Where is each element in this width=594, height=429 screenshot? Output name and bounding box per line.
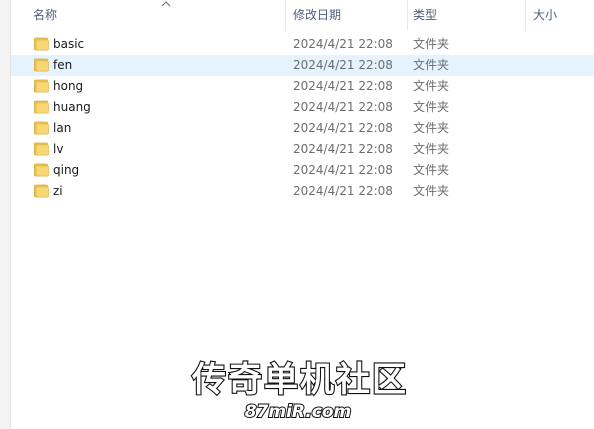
name-cell: basic	[31, 34, 281, 55]
name-cell: zi	[31, 181, 281, 202]
folder-icon	[34, 100, 49, 114]
file-modified-date: 2024/4/21 22:08	[293, 79, 393, 93]
file-modified-date: 2024/4/21 22:08	[293, 37, 393, 51]
file-name: hong	[53, 79, 84, 93]
site-watermark: 传奇单机社区 87miR.com	[190, 359, 408, 423]
name-cell: hong	[31, 76, 281, 97]
folder-icon	[34, 79, 49, 93]
watermark-url: 87miR.com	[245, 402, 352, 422]
file-type: 文件夹	[413, 121, 450, 135]
folder-icon	[34, 142, 49, 156]
column-header-name[interactable]: 名称	[27, 0, 287, 30]
file-name: fen	[53, 58, 73, 72]
file-modified-date: 2024/4/21 22:08	[293, 142, 393, 156]
file-row-basic[interactable]: basic 2024/4/21 22:08 文件夹	[11, 34, 594, 55]
name-cell: fen	[31, 55, 281, 76]
file-row-hong[interactable]: hong 2024/4/21 22:08 文件夹	[11, 76, 594, 97]
name-cell: lv	[31, 139, 281, 160]
file-type: 文件夹	[413, 79, 450, 93]
file-type: 文件夹	[413, 163, 450, 177]
folder-icon	[34, 58, 49, 72]
file-modified-date: 2024/4/21 22:08	[293, 121, 393, 135]
file-row-zi[interactable]: zi 2024/4/21 22:08 文件夹	[11, 181, 594, 202]
file-row-huang[interactable]: huang 2024/4/21 22:08 文件夹	[11, 97, 594, 118]
name-cell: qing	[31, 160, 281, 181]
file-modified-date: 2024/4/21 22:08	[293, 100, 393, 114]
name-cell: lan	[31, 118, 281, 139]
column-header-size[interactable]: 大小	[527, 0, 594, 30]
file-explorer-window: 名称 修改日期 类型 大小 basic 2024/4/21 22:08 文件夹	[0, 0, 594, 429]
folder-icon	[34, 163, 49, 177]
column-divider[interactable]	[285, 0, 286, 30]
name-cell: huang	[31, 97, 281, 118]
file-modified-date: 2024/4/21 22:08	[293, 58, 393, 72]
column-header-modified[interactable]: 修改日期	[287, 0, 407, 30]
file-name: qing	[53, 163, 80, 177]
file-type: 文件夹	[413, 142, 450, 156]
file-name: basic	[53, 37, 85, 51]
column-header-modified-label: 修改日期	[293, 8, 342, 22]
column-divider[interactable]	[525, 0, 526, 30]
file-name: zi	[53, 184, 63, 198]
watermark-title: 传奇单机社区	[191, 360, 408, 400]
column-header-type[interactable]: 类型	[407, 0, 525, 30]
file-type: 文件夹	[413, 184, 450, 198]
file-name: lv	[53, 142, 64, 156]
file-type: 文件夹	[413, 58, 450, 72]
folder-icon	[34, 121, 49, 135]
file-name: huang	[53, 100, 91, 114]
file-row-lan[interactable]: lan 2024/4/21 22:08 文件夹	[11, 118, 594, 139]
file-row-fen[interactable]: fen 2024/4/21 22:08 文件夹	[11, 55, 594, 76]
navigation-pane-edge	[0, 0, 11, 429]
file-modified-date: 2024/4/21 22:08	[293, 184, 393, 198]
file-type: 文件夹	[413, 37, 450, 51]
column-header-type-label: 类型	[413, 8, 438, 22]
file-list: basic 2024/4/21 22:08 文件夹 fen 2024/4/21 …	[11, 34, 594, 202]
folder-icon	[34, 184, 49, 198]
column-header-name-label: 名称	[33, 8, 58, 22]
file-row-qing[interactable]: qing 2024/4/21 22:08 文件夹	[11, 160, 594, 181]
column-header-bar: 名称 修改日期 类型 大小	[11, 0, 594, 30]
file-row-lv[interactable]: lv 2024/4/21 22:08 文件夹	[11, 139, 594, 160]
file-modified-date: 2024/4/21 22:08	[293, 163, 393, 177]
column-header-size-label: 大小	[533, 8, 558, 22]
file-type: 文件夹	[413, 100, 450, 114]
folder-icon	[34, 37, 49, 51]
file-name: lan	[53, 121, 72, 135]
